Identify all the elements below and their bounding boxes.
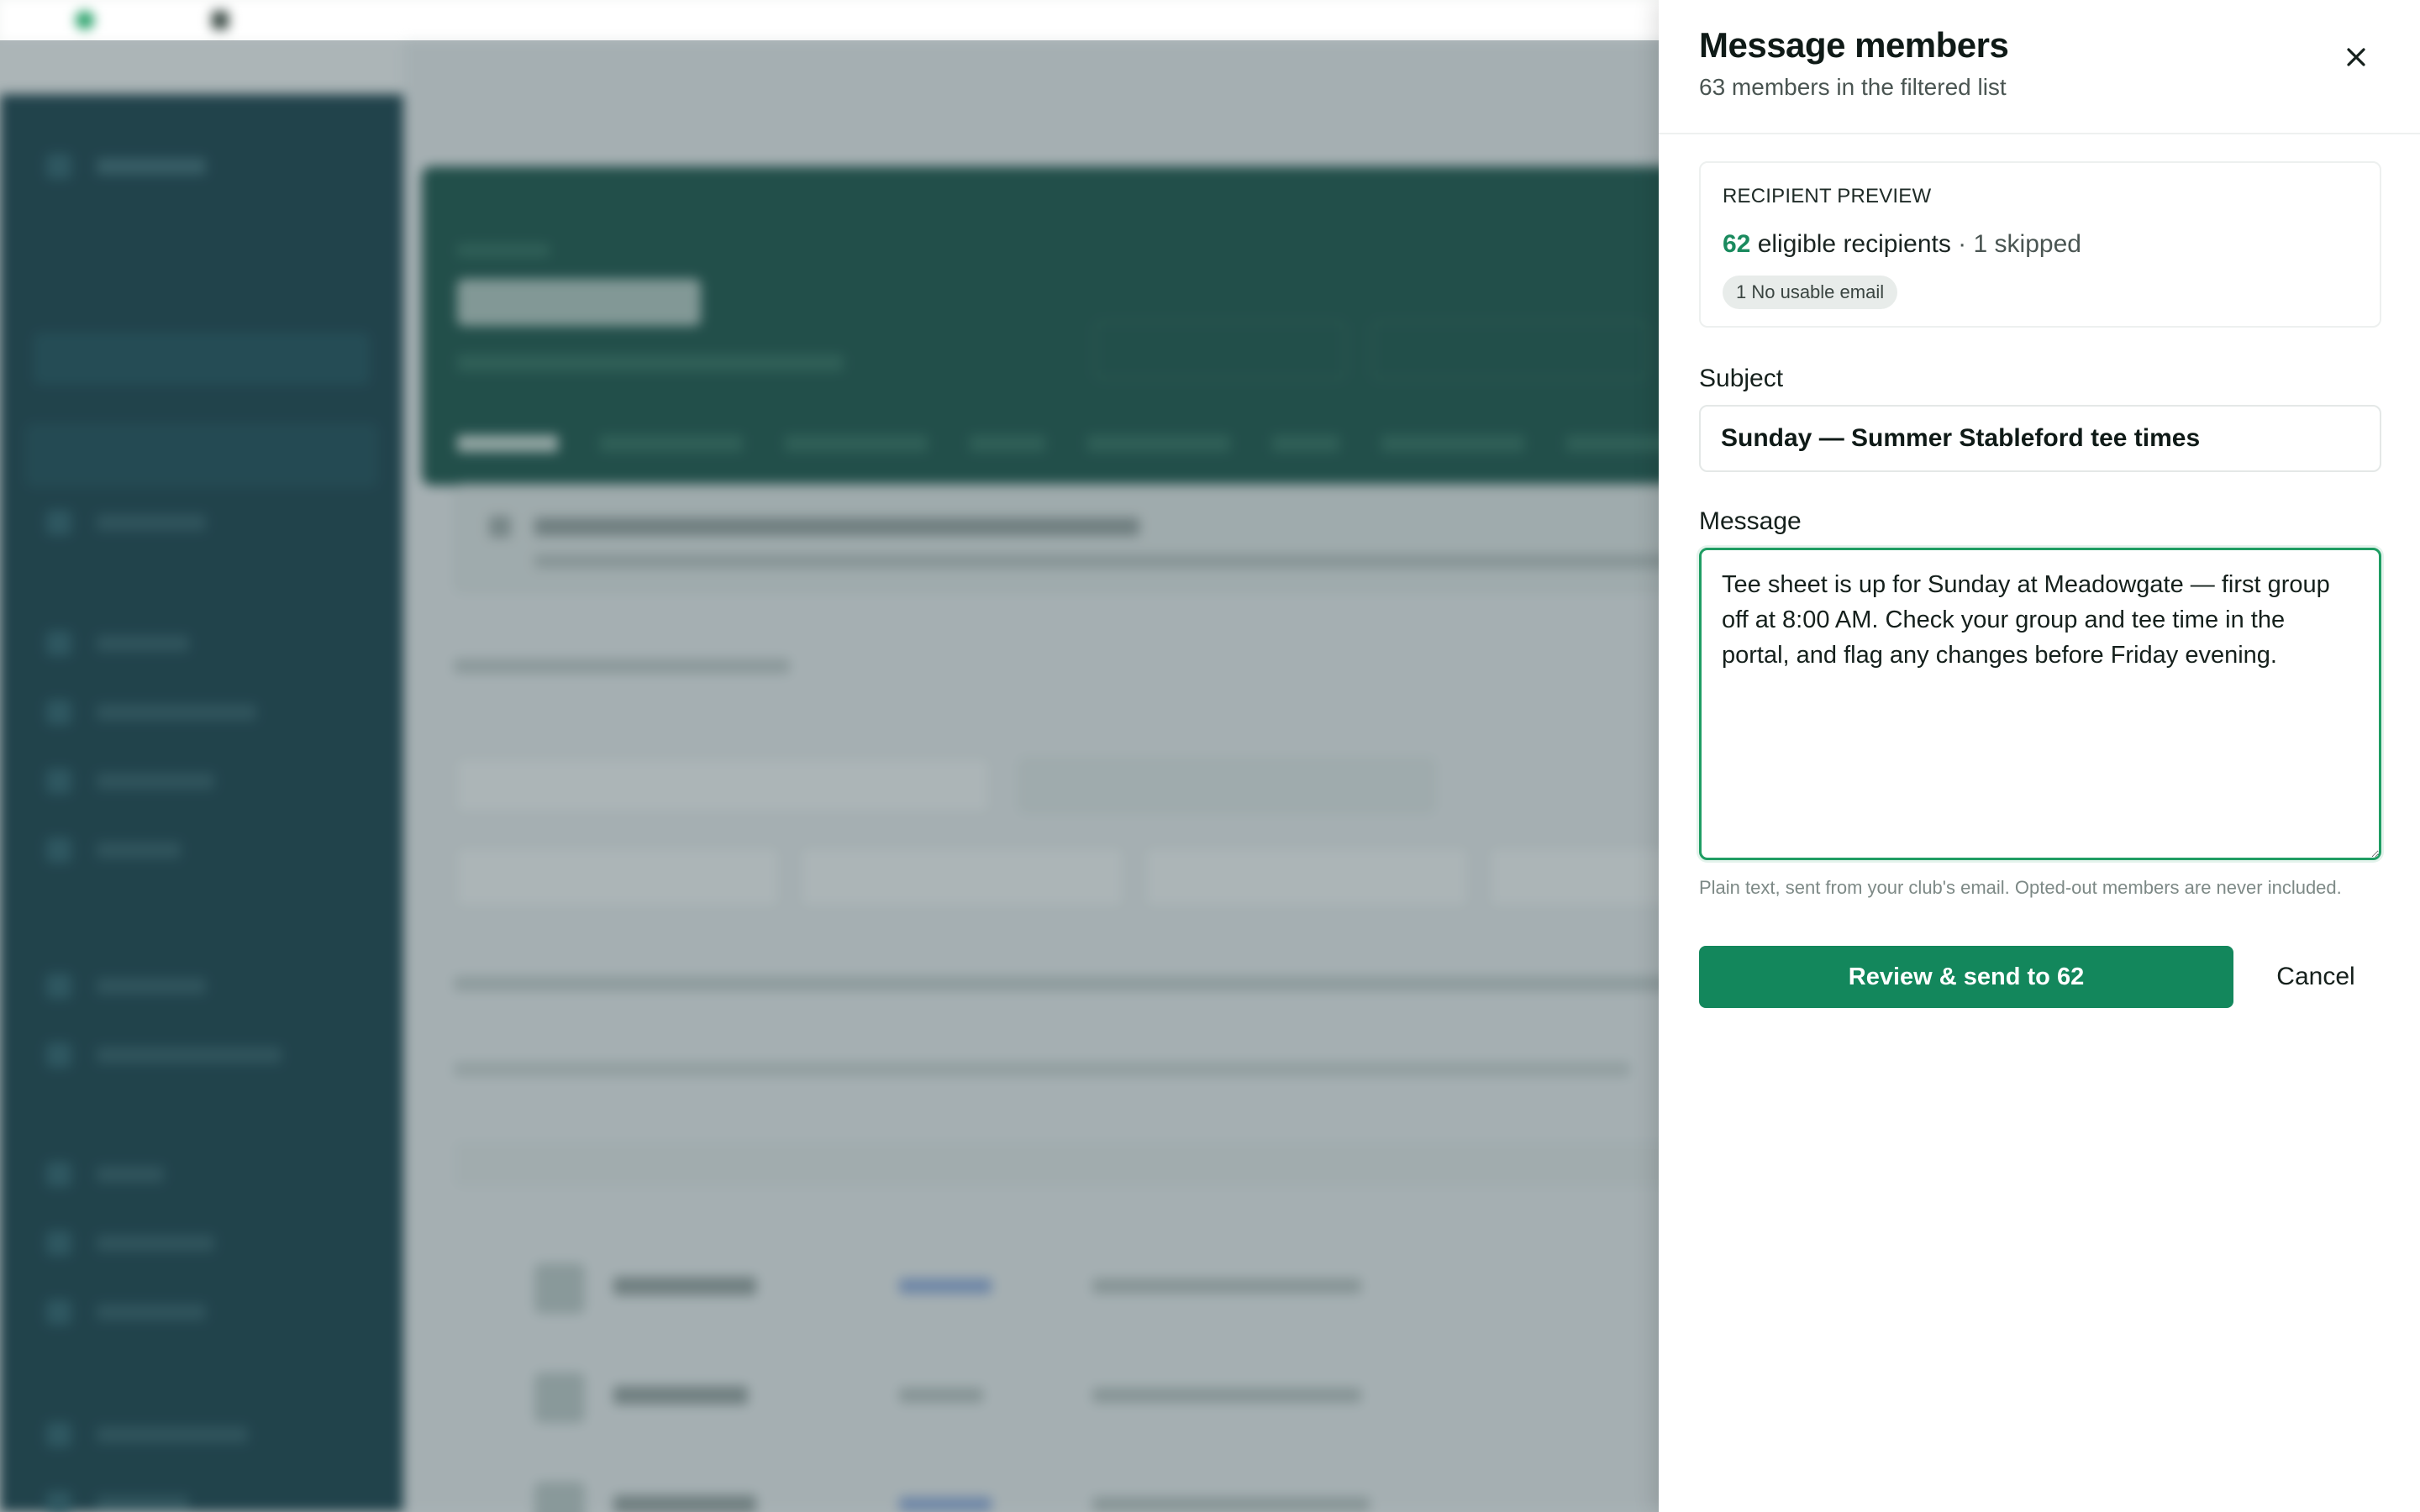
eligible-label: eligible recipients xyxy=(1750,230,1951,258)
message-members-drawer: Message members 63 members in the filter… xyxy=(1659,0,2420,1512)
skip-reason-chip: 1 No usable email xyxy=(1723,276,1898,309)
message-hint: Plain text, sent from your club's email.… xyxy=(1699,877,2342,898)
cancel-button[interactable]: Cancel xyxy=(2250,946,2381,1008)
skipped-count: 1 skipped xyxy=(1973,230,2081,258)
drawer-subtitle: 63 members in the filtered list xyxy=(1699,74,2007,100)
recipient-preview-heading: RECIPIENT PREVIEW xyxy=(1723,185,1932,207)
message-textarea[interactable]: Tee sheet is up for Sunday at Meadowgate… xyxy=(1699,548,2381,860)
close-button[interactable] xyxy=(2338,39,2375,76)
message-label: Message xyxy=(1699,507,1802,535)
review-send-button[interactable]: Review & send to 62 xyxy=(1699,946,2233,1008)
recipient-summary: 62 eligible recipients · 1 skipped xyxy=(1723,230,2081,259)
summary-separator: · xyxy=(1950,230,1974,258)
recipient-preview-card: RECIPIENT PREVIEW 62 eligible recipients… xyxy=(1699,161,2381,328)
close-icon xyxy=(2347,48,2365,66)
modal-backdrop[interactable] xyxy=(0,40,1659,1512)
header-divider xyxy=(1659,133,2420,134)
subject-label: Subject xyxy=(1699,365,1784,392)
subject-input[interactable] xyxy=(1699,405,2381,472)
brand-logo xyxy=(76,11,94,29)
eligible-count: 62 xyxy=(1723,230,1751,258)
drawer-title: Message members xyxy=(1699,25,2009,65)
club-icon xyxy=(212,11,229,29)
